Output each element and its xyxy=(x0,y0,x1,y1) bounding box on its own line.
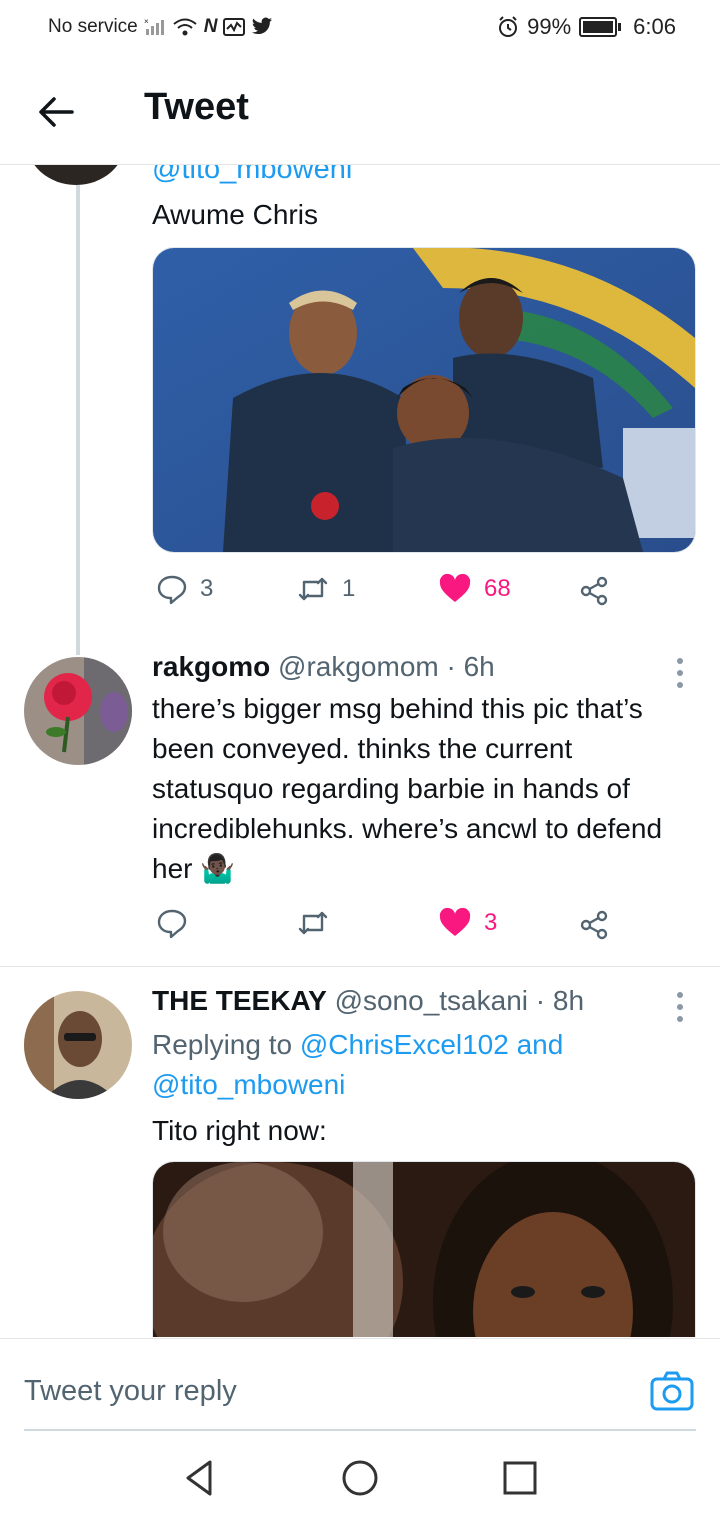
tweet-author-line: rakgomo @rakgomom · 6h xyxy=(152,649,495,685)
clock: 6:06 xyxy=(633,14,676,39)
alarm-icon xyxy=(499,16,518,37)
status-left: No service × N xyxy=(48,16,273,38)
share-button[interactable] xyxy=(578,575,610,607)
nfc-icon: N xyxy=(203,16,218,37)
replying-and: and xyxy=(516,1029,564,1060)
football-players-photo xyxy=(153,248,695,552)
retweet-button[interactable]: 1 xyxy=(296,573,355,605)
activity-icon xyxy=(223,18,246,36)
like-count: 3 xyxy=(484,909,498,936)
reply-input[interactable]: Tweet your reply xyxy=(24,1375,237,1408)
svg-text:×: × xyxy=(144,17,149,26)
top-app-bar: Tweet xyxy=(0,56,720,165)
man-avatar-image xyxy=(24,991,132,1099)
tweet-divider xyxy=(0,966,720,967)
reply-underline xyxy=(24,1429,696,1431)
like-count: 68 xyxy=(484,575,511,602)
avatar[interactable] xyxy=(24,657,132,765)
share-button[interactable] xyxy=(578,909,610,941)
reply-icon xyxy=(157,909,187,939)
more-options-icon[interactable] xyxy=(670,987,690,1027)
like-button[interactable]: 3 xyxy=(438,907,497,939)
author-name[interactable]: rakgomo xyxy=(152,651,270,682)
reply-button[interactable]: 3 xyxy=(156,573,213,605)
replying-to-prefix: Replying to xyxy=(152,1029,293,1060)
tweet-time: · 8h xyxy=(535,985,585,1016)
tweet-author-line: THE TEEKAY @sono_tsakani · 8h xyxy=(152,983,584,1019)
avatar[interactable] xyxy=(26,165,126,185)
movie-still-photo xyxy=(153,1162,695,1337)
signal-off-icon: × xyxy=(144,17,164,35)
wifi-icon xyxy=(173,18,197,36)
tweet-text: Tito right now: xyxy=(152,1115,327,1146)
reply-composer[interactable]: Tweet your reply xyxy=(0,1338,720,1431)
like-button[interactable]: 68 xyxy=(438,573,511,605)
reply-count: 3 xyxy=(200,575,214,602)
system-nav-bar xyxy=(0,1432,720,1520)
twitter-icon xyxy=(252,17,273,35)
battery-percent: 99% xyxy=(527,14,572,39)
avatar[interactable] xyxy=(24,991,132,1099)
heart-filled-icon xyxy=(439,573,471,602)
more-options-icon[interactable] xyxy=(670,653,690,693)
tweet-media-photo[interactable] xyxy=(152,247,696,553)
mention-link[interactable]: @ChrisExcel102 xyxy=(300,1029,509,1060)
share-icon xyxy=(580,910,608,940)
reply-button[interactable] xyxy=(156,907,200,939)
share-icon xyxy=(580,576,608,606)
retweet-count: 1 xyxy=(342,575,356,602)
tweet-feed[interactable]: @tito_mboweni Awume Chris 3 1 68 rakgomo… xyxy=(0,165,720,1337)
circle-home-icon[interactable] xyxy=(340,1458,380,1498)
mention-link[interactable]: @tito_mboweni xyxy=(152,1069,345,1100)
arrow-left-icon[interactable] xyxy=(34,90,78,134)
carrier-text: No service xyxy=(48,16,138,37)
status-bar: No service × N 99% 6:06 xyxy=(0,0,720,56)
author-handle[interactable]: @sono_tsakani xyxy=(335,985,528,1016)
camera-icon[interactable] xyxy=(648,1367,696,1415)
thread-connector-line xyxy=(76,185,80,655)
reply-icon xyxy=(157,575,187,605)
retweet-icon xyxy=(298,577,328,601)
page-title: Tweet xyxy=(144,86,249,128)
author-handle[interactable]: @rakgomom xyxy=(278,651,439,682)
status-right: 99% 6:06 xyxy=(497,14,676,40)
replying-to-line: Replying to @ChrisExcel102 and @tito_mbo… xyxy=(152,1025,692,1105)
author-name[interactable]: THE TEEKAY xyxy=(152,985,327,1016)
tweet-time: · 6h xyxy=(446,651,495,682)
heart-filled-icon xyxy=(439,907,471,936)
triangle-back-icon[interactable] xyxy=(180,1458,220,1498)
retweet-icon xyxy=(298,911,328,935)
tweet-text: there’s bigger msg behind this pic that’… xyxy=(152,693,663,884)
rose-avatar-image xyxy=(24,657,132,765)
tweet-handle[interactable]: @tito_mboweni xyxy=(152,165,352,186)
tweet-text: Awume Chris xyxy=(152,199,318,230)
square-recents-icon[interactable] xyxy=(500,1458,540,1498)
battery-icon xyxy=(579,17,622,37)
retweet-button[interactable] xyxy=(296,907,342,939)
tweet-media-photo[interactable] xyxy=(152,1161,696,1337)
